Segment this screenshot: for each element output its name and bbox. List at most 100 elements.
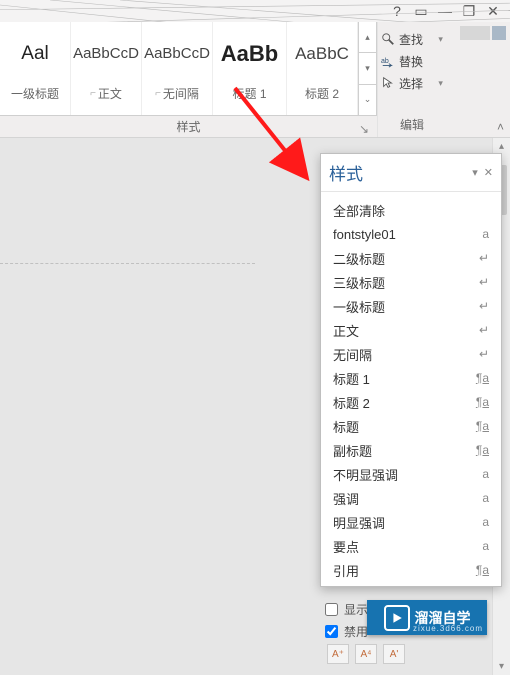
editing-group: 查找▾ ab 替换 选择▾ 编辑 [377, 22, 446, 137]
style-item-mark: ↵ [479, 299, 489, 313]
style-item-name: 副标题 [333, 441, 372, 460]
style-item-mark: a [482, 515, 489, 529]
close-icon[interactable]: ✕ [486, 3, 500, 20]
style-item[interactable]: 引用 ¶a [321, 558, 501, 582]
gallery-up-icon[interactable]: ▴ [359, 22, 376, 53]
window-titlebar: ? ▭ — ❐ ✕ [0, 0, 510, 22]
pane-title: 样式 [329, 160, 466, 185]
style-item-name: 全部清除 [333, 201, 385, 220]
style-item-mark: ↵ [479, 275, 489, 289]
logo-subtext: zixue.3d66.com [413, 624, 483, 633]
style-item[interactable]: 要点 a [321, 534, 501, 558]
style-item-name: 二级标题 [333, 249, 385, 268]
section-break-line [0, 263, 255, 264]
style-inspector-icon[interactable]: A⁴ [355, 644, 377, 664]
style-item[interactable]: 标题 1 ¶a [321, 366, 501, 390]
collapse-ribbon-icon[interactable]: ˄ [497, 120, 504, 134]
style-item-name: 正文 [333, 321, 359, 340]
style-item-name: 强调 [333, 489, 359, 508]
style-item-mark: ¶a [476, 371, 489, 385]
find-icon [381, 32, 395, 46]
style-item-name: 标题 1 [333, 369, 370, 388]
style-item-name: 明显强调 [333, 513, 385, 532]
style-tile-nospacing[interactable]: AaBbCcD ⌐无间隔 [142, 22, 213, 115]
style-item[interactable]: 副标题 ¶a [321, 438, 501, 462]
style-item[interactable]: 无间隔 ↵ [321, 342, 501, 366]
style-item[interactable]: 不明显强调a [321, 462, 501, 486]
style-item-name: 要点 [333, 537, 359, 556]
style-item-name: 三级标题 [333, 273, 385, 292]
style-item-name: 标题 [333, 417, 359, 436]
watermark-logo: 溜溜自学 zixue.3d66.com [367, 600, 487, 635]
style-item-mark: ↵ [479, 347, 489, 361]
gallery-down-icon[interactable]: ▾ [359, 53, 376, 84]
style-item-mark: ¶a [476, 563, 489, 577]
pane-options-icon[interactable]: ▾ [472, 166, 478, 179]
style-item-name: 标题 2 [333, 393, 370, 412]
style-item[interactable]: 正文↵ [321, 318, 501, 342]
style-label: 标题 1 [232, 79, 266, 109]
show-preview-label: 显示 [344, 601, 368, 618]
style-item-name: 无间隔 [333, 345, 372, 364]
play-icon [384, 605, 410, 631]
replace-button[interactable]: ab 替换 [381, 50, 443, 72]
style-label: ⌐正文 [90, 79, 122, 109]
new-style-icon[interactable]: A⁺ [327, 644, 349, 664]
find-button[interactable]: 查找▾ [381, 28, 443, 50]
style-item[interactable]: 三级标题 ↵ [321, 270, 501, 294]
style-item-mark: a [482, 539, 489, 553]
style-tile-heading2[interactable]: AaBbC 标题 2 [287, 22, 358, 115]
styles-group-label: 样式 ↘ [0, 116, 377, 137]
help-icon[interactable]: ? [390, 3, 404, 19]
style-item-name: 引用 [333, 561, 359, 580]
style-item-mark: ¶a [476, 443, 489, 457]
manage-styles-icon[interactable]: A' [383, 644, 405, 664]
select-button[interactable]: 选择▾ [381, 72, 443, 94]
style-item-mark: ¶a [476, 419, 489, 433]
style-item-name: 一级标题 [333, 297, 385, 316]
style-item-mark: a [482, 491, 489, 505]
style-item-name: fontstyle01 [333, 227, 396, 242]
style-item[interactable]: 全部清除 [321, 198, 501, 222]
style-item-name: 不明显强调 [333, 465, 398, 484]
style-preview: AaBbCcD [144, 29, 210, 79]
disable-linked-input[interactable] [325, 625, 338, 638]
style-preview: AaBbC [295, 29, 349, 79]
replace-icon: ab [381, 54, 395, 68]
style-item[interactable]: 一级标题 ↵ [321, 294, 501, 318]
styles-task-pane: 样式 ▾ ✕ 全部清除 fontstyle01 a 二级标题 ↵ 三级标题 ↵ 一级标题 ↵ 正文… [320, 153, 502, 587]
style-label: 一级标题 [11, 79, 59, 109]
minimize-icon[interactable]: — [438, 3, 452, 19]
style-tile-normal[interactable]: AaBbCcD ⌐正文 [71, 22, 142, 115]
style-item[interactable]: fontstyle01 a [321, 222, 501, 246]
style-item[interactable]: 二级标题 ↵ [321, 246, 501, 270]
style-item[interactable]: 标题 2 ¶a [321, 390, 501, 414]
gallery-more-icon[interactable]: ⌄ [359, 85, 376, 115]
pane-close-icon[interactable]: ✕ [484, 166, 493, 179]
style-item[interactable]: 明显强调 a [321, 510, 501, 534]
style-gallery: Aal 一级标题 AaBbCcD ⌐正文 AaBbCcD ⌐无间隔 AaBb 标… [0, 22, 377, 116]
maximize-icon[interactable]: ❐ [462, 3, 476, 20]
style-item-mark: ↵ [479, 251, 489, 265]
editing-group-label: 编辑 [381, 116, 443, 137]
style-preview: Aal [21, 29, 48, 79]
style-label: ⌐无间隔 [155, 79, 199, 109]
style-gallery-spinner: ▴ ▾ ⌄ [358, 22, 376, 115]
style-item[interactable]: 标题 ¶a [321, 414, 501, 438]
style-item-mark: ¶a [476, 395, 489, 409]
select-icon [381, 76, 395, 90]
styles-dialog-launcher-icon[interactable]: ↘ [359, 122, 371, 134]
username-blur [460, 26, 490, 40]
svg-text:ab: ab [381, 58, 389, 65]
style-item-mark: a [482, 227, 489, 241]
ribbon-opts-icon[interactable]: ▭ [414, 3, 428, 20]
style-preview: AaBb [221, 29, 278, 79]
style-tile-heading1[interactable]: AaBb 标题 1 [213, 22, 287, 115]
style-label: 标题 2 [305, 79, 339, 109]
ribbon-styles-area: Aal 一级标题 AaBbCcD ⌐正文 AaBbCcD ⌐无间隔 AaBb 标… [0, 22, 510, 138]
show-preview-input[interactable] [325, 603, 338, 616]
style-item[interactable]: 强调 a [321, 486, 501, 510]
style-tile-heading1-cn[interactable]: Aal 一级标题 [0, 22, 71, 115]
avatar[interactable] [492, 26, 506, 40]
style-preview: AaBbCcD [73, 29, 139, 79]
